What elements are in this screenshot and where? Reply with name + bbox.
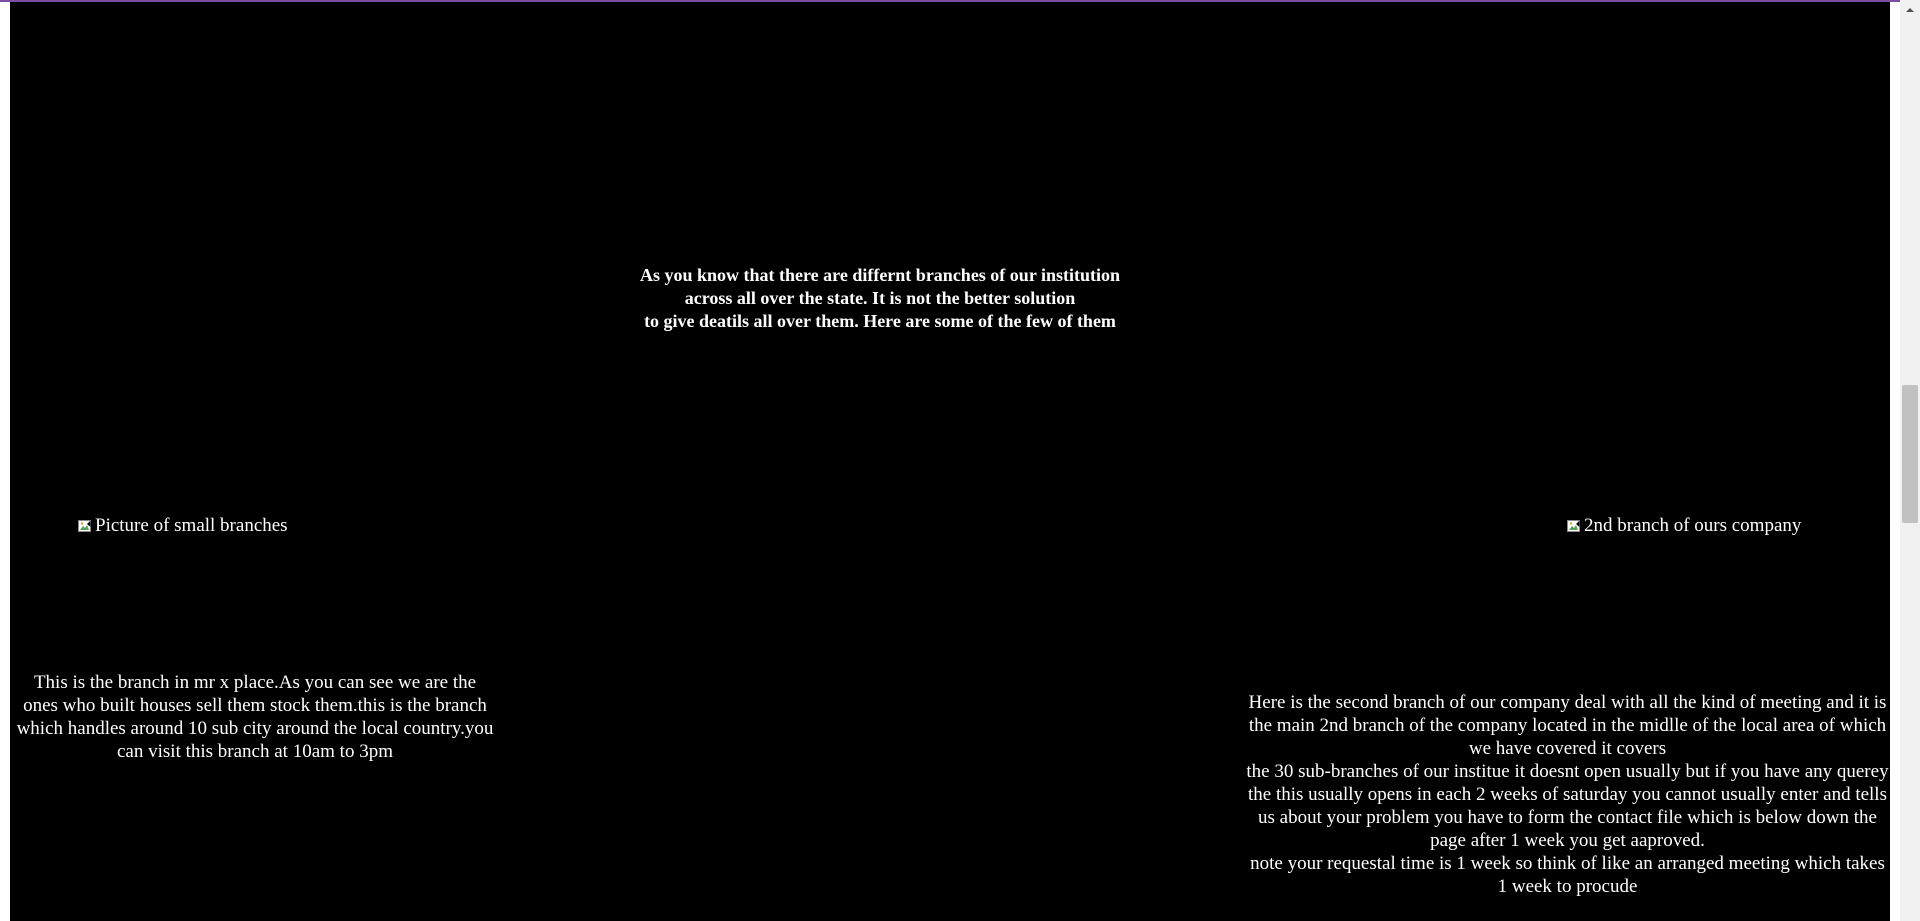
branch-one-description: This is the branch in mr x place.As you … [16, 672, 494, 762]
small-branches-image-alt: Picture of small branches [95, 515, 288, 536]
page-content: As you know that there are differnt bran… [10, 2, 1890, 921]
vertical-scrollbar[interactable] [1900, 0, 1920, 921]
branch-two-description: Here is the second branch of our company… [1245, 691, 1890, 898]
second-branch-image: 2nd branch of ours company [1566, 515, 1801, 537]
intro-line-1: As you know that there are differnt bran… [639, 265, 1120, 308]
scroll-thumb[interactable] [1902, 385, 1918, 523]
chevron-up-icon [1905, 6, 1915, 14]
second-branch-image-alt: 2nd branch of ours company [1584, 515, 1802, 536]
branch-two-line-2: the 30 sub-branches of our institue it d… [1246, 761, 1889, 851]
broken-image-icon [77, 518, 93, 534]
branch-two-line-1: Here is the second branch of our company… [1248, 692, 1887, 759]
intro-heading: As you know that there are differnt bran… [630, 264, 1130, 333]
scroll-up-button[interactable] [1900, 0, 1920, 20]
small-branches-image: Picture of small branches [77, 515, 288, 537]
intro-line-2: to give deatils all over them. Here are … [644, 311, 1116, 331]
branch-two-line-3: note your requestal time is 1 week so th… [1250, 853, 1885, 897]
broken-image-icon [1566, 518, 1582, 534]
